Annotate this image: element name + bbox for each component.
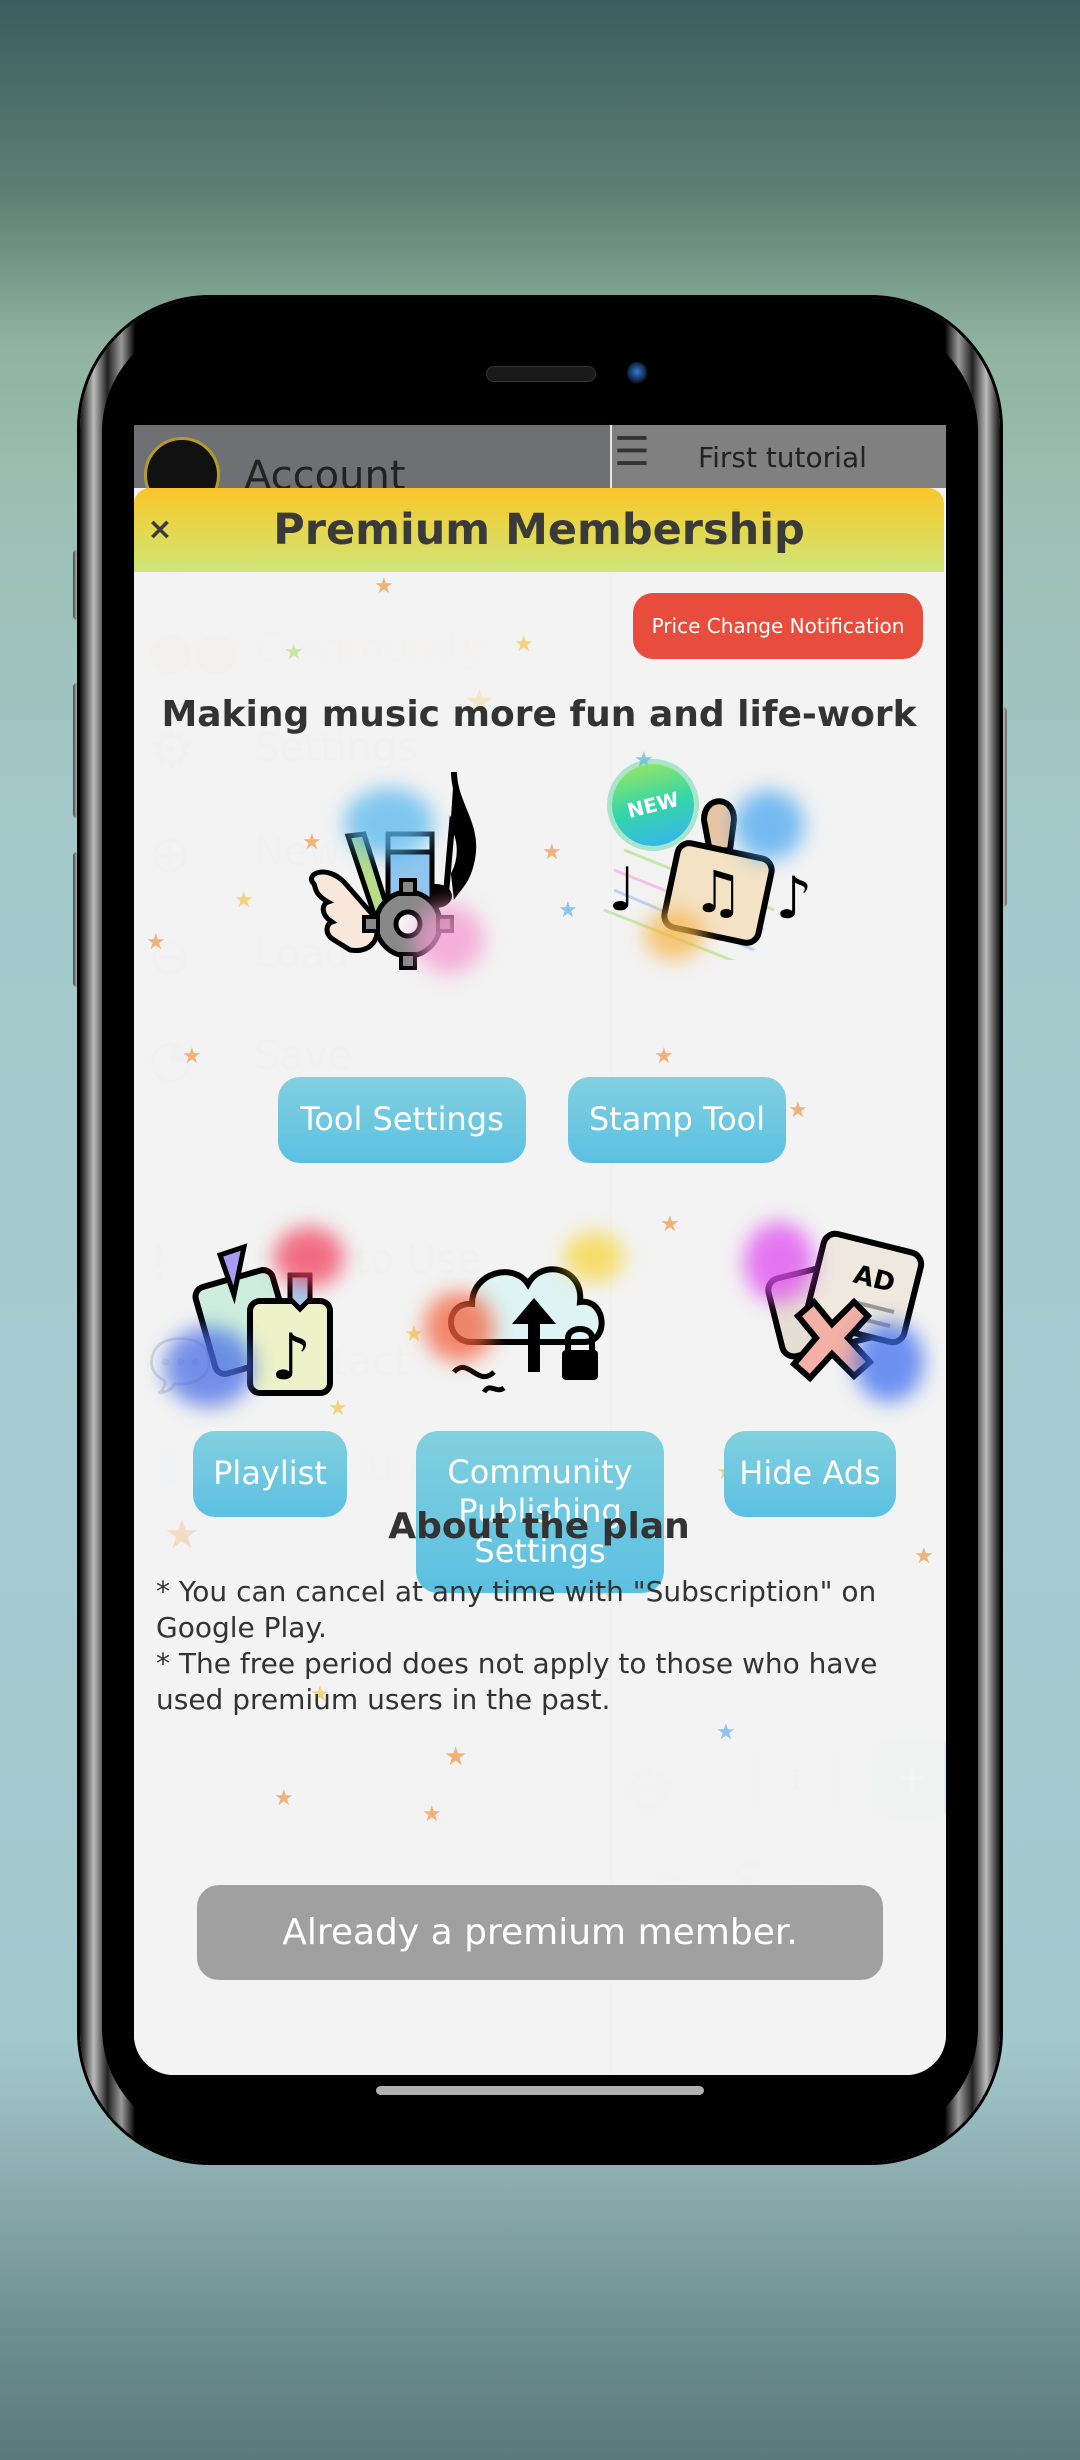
hide-ads-button[interactable]: Hide Ads xyxy=(724,1431,896,1517)
star-decoration: ★ xyxy=(182,1044,202,1069)
already-premium-member-button: Already a premium member. xyxy=(197,1885,883,1980)
account-header: Account xyxy=(134,425,610,513)
star-decoration: ★ xyxy=(654,1044,674,1069)
star-decoration: ★ xyxy=(234,888,254,913)
star-decoration: ★ xyxy=(444,1742,468,1772)
star-decoration: ★ xyxy=(422,1802,442,1827)
price-change-notification-button[interactable]: Price Change Notification xyxy=(633,593,923,659)
app-screen: Account ●Profile ●●Community ⚙Settings ⊕… xyxy=(134,425,946,2075)
earpiece-speaker xyxy=(486,366,596,382)
about-plan-title: About the plan xyxy=(388,1506,690,1547)
star-decoration: ★ xyxy=(558,898,578,923)
editor-toolbar: ☰ First tutorial xyxy=(612,425,946,488)
plan-note: * The free period does not apply to thos… xyxy=(156,1647,878,1716)
editor-title: First tutorial xyxy=(698,441,867,474)
svg-text:♫: ♫ xyxy=(692,858,744,926)
stamp-tool-icon: ♫ ♩ ♪ NEW xyxy=(584,755,824,967)
star-decoration: ★ xyxy=(374,574,394,599)
star-decoration: ★ xyxy=(146,930,166,955)
premium-membership-dialog: Premium Membership × ★ ★ ★ ★ ★ ★ ★ ★ ★ ★… xyxy=(134,488,944,2075)
dialog-body: ★ ★ ★ ★ ★ ★ ★ ★ ★ ★ ★ ★ ★ ★ ★ ★ ★ ★ ★ ★ … xyxy=(134,572,944,2075)
star-decoration: ★ xyxy=(514,632,534,657)
no-ads-icon: AD xyxy=(744,1212,934,1412)
star-decoration: ★ xyxy=(284,640,304,665)
tool-settings-icon xyxy=(304,764,494,974)
svg-text:♪: ♪ xyxy=(271,1321,312,1395)
home-indicator[interactable] xyxy=(376,2086,704,2095)
tool-settings-button[interactable]: Tool Settings xyxy=(278,1077,526,1163)
star-decoration: ★ xyxy=(788,1098,808,1123)
hamburger-icon: ☰ xyxy=(614,429,650,475)
star-decoration: ★ xyxy=(542,840,562,865)
star-decoration: ★ xyxy=(716,1720,736,1745)
plan-note: * You can cancel at any time with "Subsc… xyxy=(156,1575,877,1644)
svg-text:♪: ♪ xyxy=(775,864,812,932)
stamp-tool-button[interactable]: Stamp Tool xyxy=(568,1077,786,1163)
close-button[interactable]: × xyxy=(142,512,178,548)
svg-text:♩: ♩ xyxy=(608,855,636,925)
playlist-icon: ♪ xyxy=(164,1217,364,1417)
star-decoration: ★ xyxy=(914,1544,934,1569)
dialog-title: Premium Membership xyxy=(273,505,805,555)
front-camera xyxy=(627,362,647,384)
star-decoration: ★ xyxy=(404,1322,424,1347)
star-decoration: ★ xyxy=(660,1212,680,1237)
cloud-upload-lock-icon xyxy=(424,1232,654,1412)
star-decoration: ★ xyxy=(274,1786,294,1811)
headline: Making music more fun and life-work xyxy=(161,694,917,735)
plan-notes: * You can cancel at any time with "Subsc… xyxy=(156,1574,936,1718)
playlist-button[interactable]: Playlist xyxy=(193,1431,347,1517)
